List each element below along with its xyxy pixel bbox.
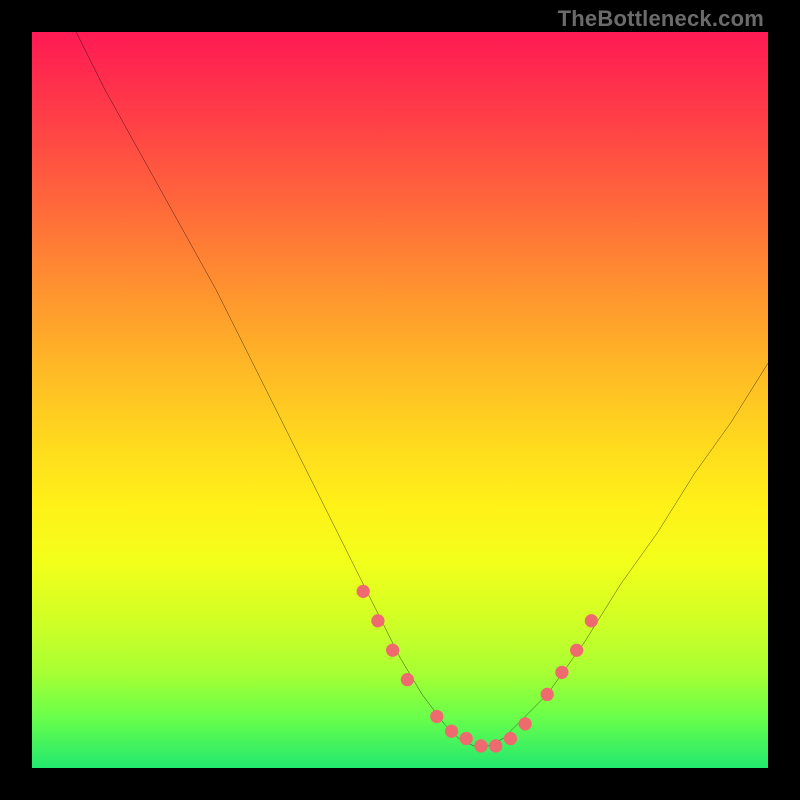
marker-dot xyxy=(474,739,487,752)
curve-layer xyxy=(32,32,768,768)
marker-dot xyxy=(401,673,414,686)
marker-dot xyxy=(504,732,517,745)
marker-dot xyxy=(541,688,554,701)
marker-dot xyxy=(489,739,502,752)
watermark-text: TheBottleneck.com xyxy=(558,6,764,32)
marker-dot xyxy=(518,717,531,730)
marker-dot xyxy=(430,710,443,723)
marker-dot xyxy=(371,614,384,627)
marker-dot xyxy=(357,585,370,598)
marker-dot xyxy=(555,666,568,679)
marker-dot xyxy=(460,732,473,745)
marker-dot xyxy=(585,614,598,627)
marker-dot xyxy=(570,644,583,657)
highlight-dots xyxy=(357,585,598,753)
chart-stage: TheBottleneck.com xyxy=(0,0,800,800)
marker-dot xyxy=(386,644,399,657)
plot-area xyxy=(32,32,768,768)
marker-dot xyxy=(445,725,458,738)
bottleneck-curve xyxy=(76,32,768,746)
